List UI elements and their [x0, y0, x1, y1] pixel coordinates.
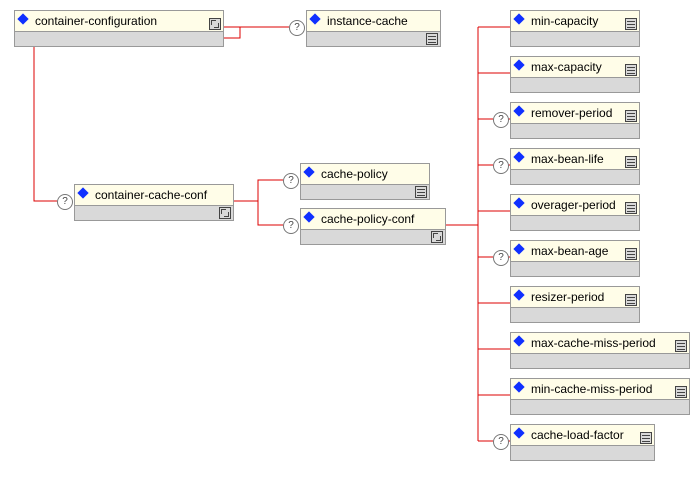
node-min-capacity[interactable]: min-capacity — [510, 10, 640, 47]
node-head: instance-cache — [307, 11, 440, 32]
lines-icon — [625, 202, 637, 214]
node-cache-load-factor[interactable]: cache-load-factor — [510, 424, 655, 461]
node-label: remover-period — [531, 106, 612, 120]
node-min-cache-miss-period[interactable]: min-cache-miss-period — [510, 378, 690, 415]
node-label: max-cache-miss-period — [531, 336, 656, 350]
optional-marker: ? — [283, 218, 299, 234]
node-body — [75, 206, 233, 220]
diamond-icon — [303, 211, 314, 222]
node-head: container-cache-conf — [75, 185, 233, 206]
lines-icon — [415, 186, 427, 198]
node-head: cache-policy — [301, 164, 429, 185]
node-label: cache-policy-conf — [321, 212, 414, 226]
node-max-bean-life[interactable]: max-bean-life — [510, 148, 640, 185]
node-instance-cache[interactable]: instance-cache — [306, 10, 441, 47]
node-remover-period[interactable]: remover-period — [510, 102, 640, 139]
node-label: container-cache-conf — [95, 188, 207, 202]
node-head: container-configuration — [15, 11, 223, 32]
node-cache-policy-conf[interactable]: cache-policy-conf — [300, 208, 446, 245]
node-label: max-capacity — [531, 60, 602, 74]
lines-icon — [625, 156, 637, 168]
node-label: container-configuration — [35, 14, 157, 28]
expand-icon[interactable] — [431, 231, 443, 243]
diamond-icon — [513, 243, 524, 254]
diamond-icon — [17, 13, 28, 24]
lines-icon — [640, 432, 652, 444]
diamond-icon — [513, 289, 524, 300]
lines-icon — [675, 386, 687, 398]
lines-icon — [675, 340, 687, 352]
node-resizer-period[interactable]: resizer-period — [510, 286, 640, 323]
optional-marker: ? — [493, 112, 509, 128]
diamond-icon — [513, 335, 524, 346]
node-head: cache-policy-conf — [301, 209, 445, 230]
diamond-icon — [309, 13, 320, 24]
expand-icon[interactable] — [219, 207, 231, 219]
node-overager-period[interactable]: overager-period — [510, 194, 640, 231]
node-max-cache-miss-period[interactable]: max-cache-miss-period — [510, 332, 690, 369]
node-max-capacity[interactable]: max-capacity — [510, 56, 640, 93]
expand-icon[interactable] — [209, 18, 221, 30]
optional-marker: ? — [57, 194, 73, 210]
node-body — [301, 230, 445, 244]
optional-marker: ? — [493, 158, 509, 174]
node-max-bean-age[interactable]: max-bean-age — [510, 240, 640, 277]
node-body — [307, 32, 440, 46]
node-container-configuration[interactable]: container-configuration — [14, 10, 224, 47]
lines-icon — [426, 33, 438, 45]
node-label: max-bean-life — [531, 152, 604, 166]
optional-marker: ? — [283, 173, 299, 189]
lines-icon — [625, 64, 637, 76]
diamond-icon — [513, 151, 524, 162]
diamond-icon — [513, 427, 524, 438]
optional-marker: ? — [493, 250, 509, 266]
lines-icon — [625, 294, 637, 306]
node-label: cache-policy — [321, 167, 388, 181]
optional-marker: ? — [289, 20, 305, 36]
node-body — [15, 32, 223, 46]
node-label: min-cache-miss-period — [531, 382, 652, 396]
node-cache-policy[interactable]: cache-policy — [300, 163, 430, 200]
optional-marker: ? — [493, 434, 509, 450]
node-label: min-capacity — [531, 14, 598, 28]
node-container-cache-conf[interactable]: container-cache-conf — [74, 184, 234, 221]
diamond-icon — [513, 197, 524, 208]
diamond-icon — [513, 13, 524, 24]
diamond-icon — [303, 166, 314, 177]
diamond-icon — [513, 381, 524, 392]
diamond-icon — [513, 105, 524, 116]
lines-icon — [625, 248, 637, 260]
node-label: instance-cache — [327, 14, 408, 28]
lines-icon — [625, 18, 637, 30]
node-label: max-bean-age — [531, 244, 608, 258]
node-label: overager-period — [531, 198, 616, 212]
node-body — [301, 185, 429, 199]
lines-icon — [625, 110, 637, 122]
diamond-icon — [513, 59, 524, 70]
diamond-icon — [77, 187, 88, 198]
node-label: cache-load-factor — [531, 428, 624, 442]
node-label: resizer-period — [531, 290, 604, 304]
